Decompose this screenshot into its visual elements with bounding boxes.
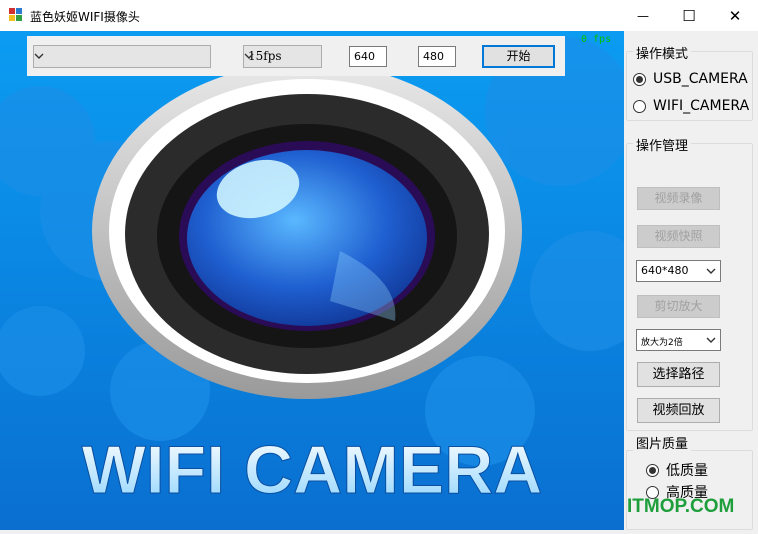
site-watermark: ITMOP.COM: [627, 496, 735, 517]
choose-path-button[interactable]: 选择路径: [637, 362, 720, 387]
video-playback-button[interactable]: 视频回放: [637, 398, 720, 423]
snapshot-button[interactable]: 视频快照: [637, 225, 720, 248]
manage-group-title: 操作管理: [633, 135, 692, 154]
device-select[interactable]: [33, 45, 211, 68]
close-icon: ✕: [728, 6, 742, 25]
radio-dot: [646, 463, 659, 477]
radio-low-quality[interactable]: 低质量: [646, 460, 708, 480]
chevron-down-icon: [706, 268, 716, 274]
radio-dot: [633, 72, 646, 86]
chevron-down-icon: [706, 337, 716, 343]
height-input[interactable]: 480: [418, 46, 456, 67]
radio-label: WIFI_CAMERA: [653, 98, 750, 114]
resolution-select[interactable]: 640*480: [636, 260, 721, 282]
radio-label: 低质量: [666, 463, 708, 479]
record-video-button[interactable]: 视频录像: [637, 187, 720, 210]
maximize-button[interactable]: ☐: [666, 0, 712, 31]
banner-text: WIFI CAMERA: [82, 432, 543, 508]
radio-label: USB_CAMERA: [653, 71, 748, 87]
camera-artwork: WIFI CAMERA: [0, 31, 624, 530]
app-icon: [9, 8, 23, 22]
radio-wifi-camera[interactable]: WIFI_CAMERA: [633, 98, 749, 114]
radio-dot: [633, 99, 646, 113]
chevron-down-icon: [34, 53, 44, 59]
width-input[interactable]: 640: [349, 46, 387, 67]
camera-preview: WIFI CAMERA 15fps 640 480 开始 0 fps: [0, 31, 624, 530]
zoom-select-value: 放大为2倍: [641, 338, 683, 348]
maximize-icon: ☐: [682, 6, 696, 25]
quality-group-title: 图片质量: [633, 433, 692, 452]
fps-readout: 0 fps: [581, 34, 612, 45]
minimize-button[interactable]: —: [620, 0, 666, 31]
mode-group-title: 操作模式: [633, 43, 692, 62]
crop-zoom-button[interactable]: 剪切放大: [637, 295, 720, 318]
radio-usb-camera[interactable]: USB_CAMERA: [633, 71, 748, 87]
fps-select[interactable]: 15fps: [243, 45, 322, 68]
client-area: WIFI CAMERA 15fps 640 480 开始 0 fps 操作模式 …: [0, 31, 758, 534]
chevron-down-icon: [244, 53, 254, 59]
close-button[interactable]: ✕: [712, 0, 758, 31]
zoom-select[interactable]: 放大为2倍: [636, 329, 721, 351]
minimize-icon: —: [637, 8, 649, 23]
window-title: 蓝色妖姬WIFI摄像头: [30, 10, 140, 24]
start-button[interactable]: 开始: [482, 45, 555, 68]
title-bar[interactable]: 蓝色妖姬WIFI摄像头 — ☐ ✕: [0, 0, 758, 31]
resolution-select-value: 640*480: [641, 264, 689, 277]
capture-toolbar: 15fps 640 480 开始: [27, 36, 565, 76]
